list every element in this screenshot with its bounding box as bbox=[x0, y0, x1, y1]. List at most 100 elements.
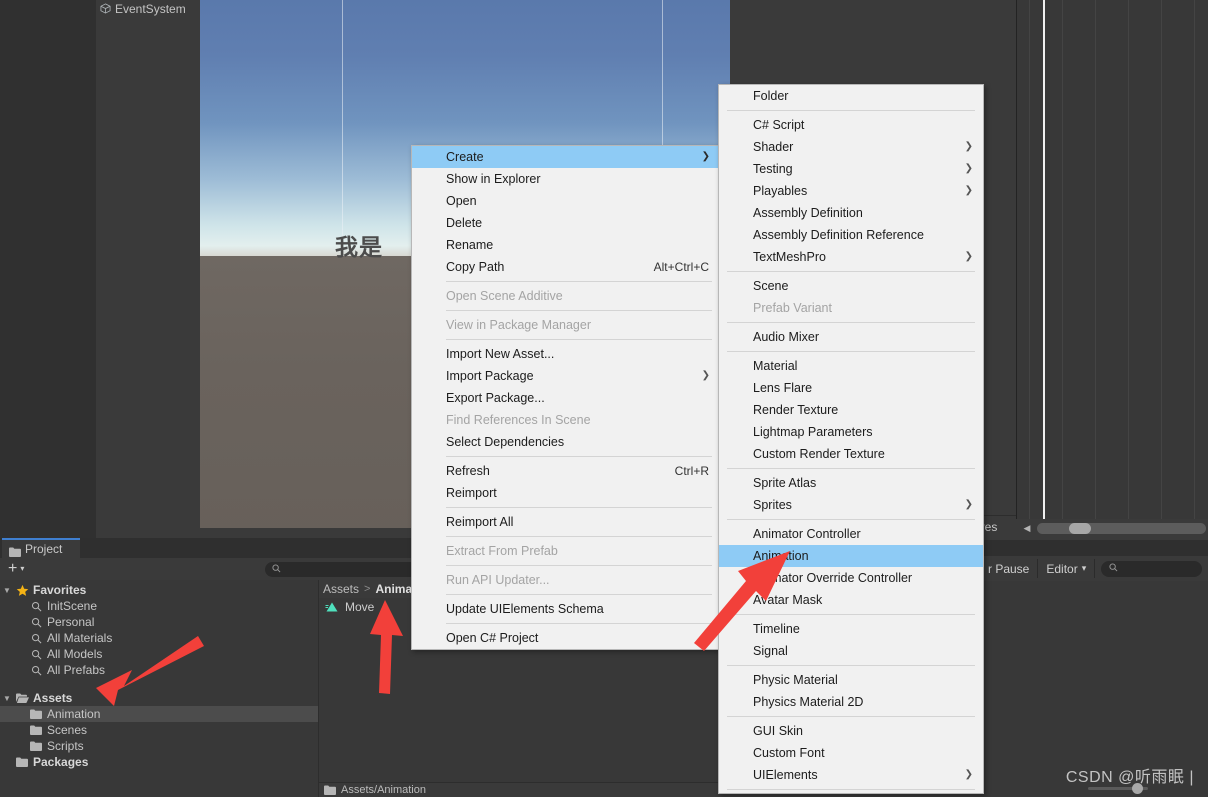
error-pause-button[interactable]: r Pause bbox=[980, 559, 1039, 578]
scrollbar-track[interactable] bbox=[1037, 523, 1206, 534]
menu-item-signal[interactable]: Signal bbox=[719, 640, 983, 662]
tree-item-initscene[interactable]: InitScene bbox=[0, 598, 318, 614]
menu-item-timeline[interactable]: Timeline bbox=[719, 618, 983, 640]
menu-item-open-c-project[interactable]: Open C# Project bbox=[412, 627, 720, 649]
animation-timeline[interactable] bbox=[1017, 0, 1208, 519]
menu-item-sprites[interactable]: Sprites ❯ bbox=[719, 494, 983, 516]
menu-item-animation[interactable]: Animation bbox=[719, 545, 983, 567]
scrollbar-thumb[interactable] bbox=[1069, 523, 1091, 534]
menu-item-scene[interactable]: Scene bbox=[719, 275, 983, 297]
menu-item-playables[interactable]: Playables ❯ bbox=[719, 180, 983, 202]
console-search-input[interactable] bbox=[1101, 560, 1202, 577]
menu-item-gui-skin[interactable]: GUI Skin bbox=[719, 720, 983, 742]
menu-item-open[interactable]: Open bbox=[412, 190, 720, 212]
menu-item-show-in-explorer[interactable]: Show in Explorer bbox=[412, 168, 720, 190]
menu-item-folder[interactable]: Folder bbox=[719, 85, 983, 107]
asset-context-menu[interactable]: Create ❯ Show in Explorer Open Delete Rename C… bbox=[411, 145, 721, 650]
tree-item-scenes[interactable]: Scenes bbox=[0, 722, 318, 738]
menu-item-testing[interactable]: Testing ❯ bbox=[719, 158, 983, 180]
menu-item-rename[interactable]: Rename bbox=[412, 234, 720, 256]
chevron-right-icon: ❯ bbox=[964, 769, 973, 780]
menu-item-reimport-all[interactable]: Reimport All bbox=[412, 511, 720, 533]
menu-item-uielements[interactable]: UIElements ❯ bbox=[719, 764, 983, 786]
menu-item-delete[interactable]: Delete bbox=[412, 212, 720, 234]
menu-item-animator-controller[interactable]: Animator Controller bbox=[719, 523, 983, 545]
menu-item-label: Scene bbox=[753, 279, 789, 293]
menu-item-lens-flare[interactable]: Lens Flare bbox=[719, 377, 983, 399]
menu-item-refresh[interactable]: Refresh Ctrl+R bbox=[412, 460, 720, 482]
menu-item-textmeshpro[interactable]: TextMeshPro ❯ bbox=[719, 246, 983, 268]
menu-item-label: Testing bbox=[753, 162, 793, 176]
menu-item-label: Select Dependencies bbox=[446, 435, 565, 449]
add-asset-button[interactable]: + ▾ bbox=[0, 561, 24, 577]
folder-icon bbox=[9, 544, 21, 557]
menu-item-label: Timeline bbox=[753, 622, 800, 636]
menu-item-physics-material-2d[interactable]: Physics Material 2D bbox=[719, 691, 983, 713]
menu-item-audio-mixer[interactable]: Audio Mixer bbox=[719, 326, 983, 348]
search-icon bbox=[28, 633, 44, 644]
menu-separator bbox=[446, 310, 712, 311]
console-editor-dropdown[interactable]: Editor ▾ bbox=[1038, 559, 1096, 578]
menu-item-physic-material[interactable]: Physic Material bbox=[719, 669, 983, 691]
tree-item-assets[interactable]: ▼ Assets bbox=[0, 690, 318, 706]
tree-item-animation[interactable]: Animation bbox=[0, 706, 318, 722]
menu-item-assembly-definition[interactable]: Assembly Definition bbox=[719, 202, 983, 224]
hierarchy-panel[interactable]: EventSystem bbox=[96, 0, 200, 540]
menu-item-create[interactable]: Create ❯ bbox=[412, 146, 720, 168]
tree-item-all-prefabs[interactable]: All Prefabs bbox=[0, 662, 318, 678]
tree-item-label: Scenes bbox=[47, 723, 88, 737]
menu-item-label: Assembly Definition Reference bbox=[753, 228, 924, 242]
scrollbar-left-arrow[interactable]: ◀ bbox=[1017, 519, 1037, 538]
timeline-scrollbar[interactable]: ◀ bbox=[1017, 519, 1208, 538]
chevron-right-icon: ❯ bbox=[964, 185, 973, 196]
menu-item-label: Open Scene Additive bbox=[446, 289, 563, 303]
menu-item-label: Material bbox=[753, 359, 798, 373]
menu-item-material[interactable]: Material bbox=[719, 355, 983, 377]
chevron-right-icon: ❯ bbox=[701, 370, 710, 381]
menu-item-update-uielements-schema[interactable]: Update UIElements Schema bbox=[412, 598, 720, 620]
thumbnail-size-slider[interactable] bbox=[1088, 783, 1148, 794]
folder-icon bbox=[28, 709, 44, 719]
menu-item-shader[interactable]: Shader ❯ bbox=[719, 136, 983, 158]
menu-item-sprite-atlas[interactable]: Sprite Atlas bbox=[719, 472, 983, 494]
tree-item-personal[interactable]: Personal bbox=[0, 614, 318, 630]
disclosure-triangle-icon[interactable]: ▼ bbox=[0, 694, 14, 703]
menu-item-avatar-mask[interactable]: Avatar Mask bbox=[719, 589, 983, 611]
tab-project[interactable]: Project bbox=[2, 538, 80, 558]
menu-item-import-new-asset[interactable]: Import New Asset... bbox=[412, 343, 720, 365]
menu-item-assembly-definition-reference[interactable]: Assembly Definition Reference bbox=[719, 224, 983, 246]
menu-separator bbox=[446, 536, 712, 537]
tree-item-packages[interactable]: Packages bbox=[0, 754, 318, 770]
folder-icon bbox=[28, 741, 44, 751]
menu-item-animator-override-controller[interactable]: Animator Override Controller bbox=[719, 567, 983, 589]
menu-item-label: Copy Path bbox=[446, 260, 505, 274]
menu-item-label: Animator Override Controller bbox=[753, 571, 913, 585]
console-tabstrip bbox=[980, 540, 1208, 556]
asset-item-label: Move bbox=[345, 600, 375, 614]
breadcrumb-current[interactable]: Anima bbox=[375, 582, 412, 596]
menu-item-custom-render-texture[interactable]: Custom Render Texture bbox=[719, 443, 983, 465]
disclosure-triangle-icon[interactable]: ▼ bbox=[0, 586, 14, 595]
tree-item-all-materials[interactable]: All Materials bbox=[0, 630, 318, 646]
menu-item-select-dependencies[interactable]: Select Dependencies bbox=[412, 431, 720, 453]
project-folder-tree[interactable]: ▼ Favorites InitScene Personal All Materials… bbox=[0, 580, 318, 797]
tree-item-all-models[interactable]: All Models bbox=[0, 646, 318, 662]
folder-icon bbox=[14, 757, 30, 767]
menu-item-reimport[interactable]: Reimport bbox=[412, 482, 720, 504]
menu-item-label: Playables bbox=[753, 184, 808, 198]
menu-item-copy-path[interactable]: Copy Path Alt+Ctrl+C bbox=[412, 256, 720, 278]
hierarchy-item-eventsystem[interactable]: EventSystem bbox=[96, 0, 200, 17]
tree-item-scripts[interactable]: Scripts bbox=[0, 738, 318, 754]
menu-item-custom-font[interactable]: Custom Font bbox=[719, 742, 983, 764]
menu-item-import-package[interactable]: Import Package ❯ bbox=[412, 365, 720, 387]
menu-item-export-package[interactable]: Export Package... bbox=[412, 387, 720, 409]
menu-item-label: Show in Explorer bbox=[446, 172, 541, 186]
menu-item-c-script[interactable]: C# Script bbox=[719, 114, 983, 136]
menu-item-render-texture[interactable]: Render Texture bbox=[719, 399, 983, 421]
breadcrumb-root[interactable]: Assets bbox=[323, 582, 359, 596]
create-submenu[interactable]: Folder C# Script Shader ❯ Testing ❯ Playables ❯… bbox=[718, 84, 984, 794]
tree-item-favorites[interactable]: ▼ Favorites bbox=[0, 582, 318, 598]
menu-item-lightmap-parameters[interactable]: Lightmap Parameters bbox=[719, 421, 983, 443]
asset-item-move[interactable]: Move bbox=[325, 600, 374, 614]
timeline-playhead[interactable] bbox=[1043, 0, 1045, 519]
